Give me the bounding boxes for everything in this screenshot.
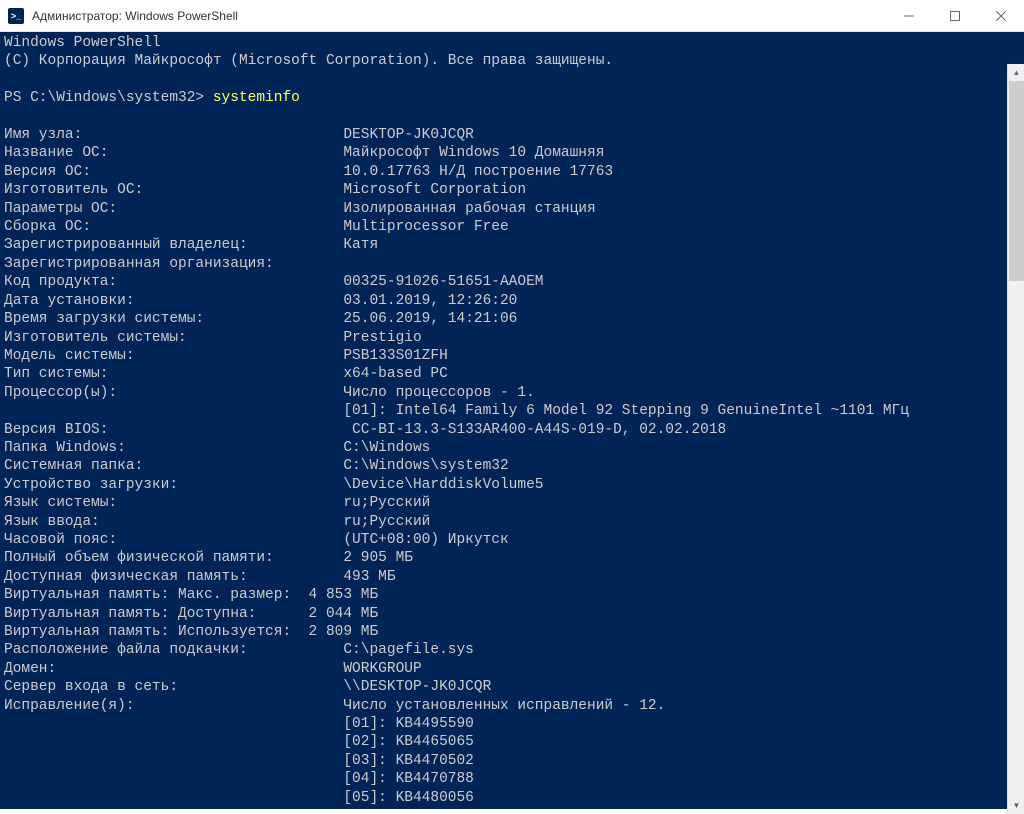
scroll-down-arrow[interactable]: ▼	[1008, 797, 1024, 814]
window-title: Администратор: Windows PowerShell	[32, 9, 886, 23]
window-controls	[886, 0, 1024, 32]
titlebar[interactable]: >_ Администратор: Windows PowerShell	[0, 0, 1024, 32]
scrollbar-track[interactable]	[1008, 81, 1024, 797]
scroll-up-arrow[interactable]: ▲	[1008, 64, 1024, 81]
vertical-scrollbar[interactable]: ▲ ▼	[1007, 64, 1024, 814]
powershell-window: >_ Администратор: Windows PowerShell Win…	[0, 0, 1024, 814]
maximize-button[interactable]	[932, 0, 978, 32]
terminal-output[interactable]: Windows PowerShell (С) Корпорация Майкро…	[0, 32, 1024, 809]
minimize-button[interactable]	[886, 0, 932, 32]
scrollbar-thumb[interactable]	[1009, 81, 1024, 281]
close-button[interactable]	[978, 0, 1024, 32]
powershell-icon: >_	[8, 8, 24, 24]
